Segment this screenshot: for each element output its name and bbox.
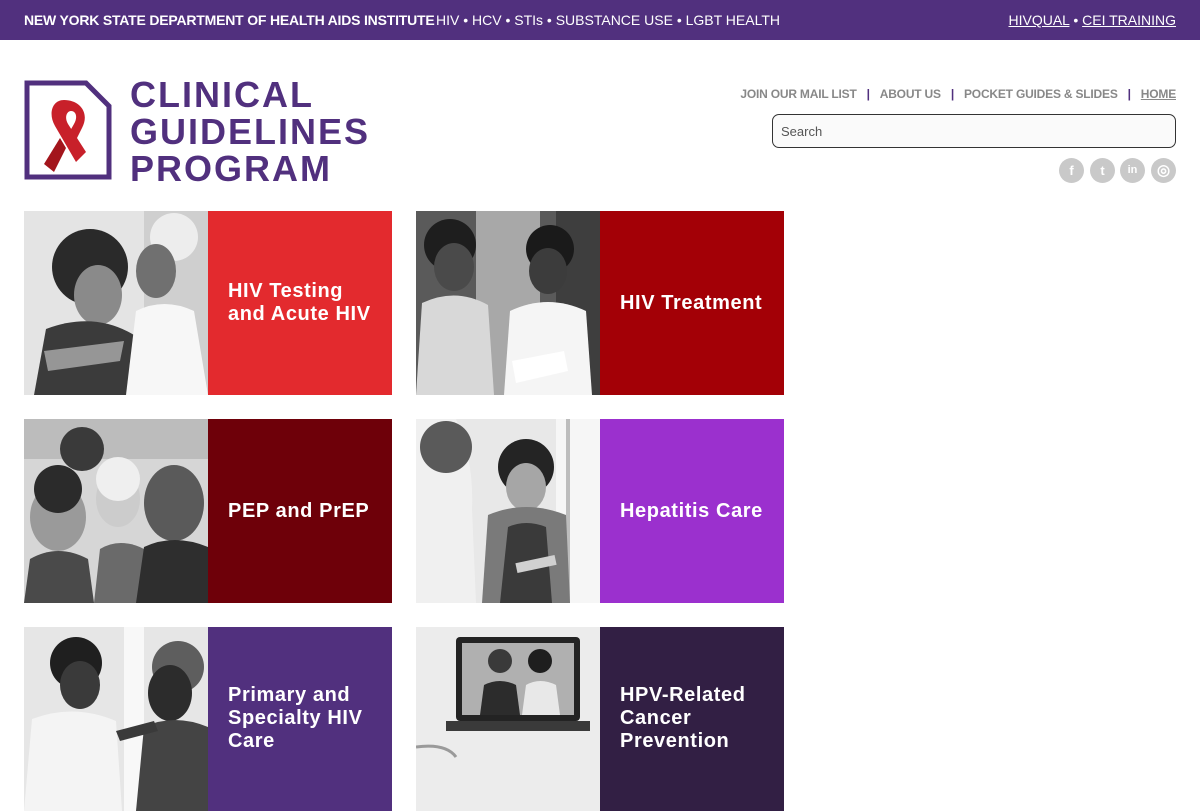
tile-label: HPV-Related Cancer Prevention — [600, 627, 784, 811]
nav-pocket-guides[interactable]: POCKET GUIDES & SLIDES — [964, 87, 1118, 101]
tile-photo — [416, 211, 600, 395]
nav-about-us[interactable]: ABOUT US — [880, 87, 941, 101]
nav-home[interactable]: HOME — [1141, 87, 1176, 101]
tile-photo — [24, 627, 208, 811]
cei-training-link[interactable]: CEI TRAINING — [1082, 12, 1176, 28]
logo-line: PROGRAM — [130, 148, 332, 189]
tile-photo — [24, 419, 208, 603]
nav-separator: | — [950, 87, 954, 101]
tile-hpv-cancer-prevention[interactable]: HPV-Related Cancer Prevention — [416, 627, 784, 811]
twitter-icon[interactable]: t — [1090, 158, 1115, 183]
tile-label: Hepatitis Care — [600, 419, 784, 603]
org-name: NEW YORK STATE DEPARTMENT OF HEALTH AIDS… — [24, 12, 435, 28]
top-links: HIVQUAL • CEI TRAINING — [1008, 12, 1176, 28]
red-ribbon-icon — [24, 80, 112, 180]
nav-separator: | — [1127, 87, 1131, 101]
tile-photo — [24, 211, 208, 395]
top-links-separator: • — [1069, 12, 1083, 28]
top-nav: JOIN OUR MAIL LIST | ABOUT US | POCKET GUIDE… — [740, 87, 1176, 101]
tile-photo — [416, 627, 600, 811]
site-logo[interactable]: CLINICAL GUIDELINES PROGRAM — [24, 76, 368, 187]
topic-list: HIV • HCV • STIs • SUBSTANCE USE • LGBT … — [436, 12, 781, 28]
tile-hepatitis-care[interactable]: Hepatitis Care — [416, 419, 784, 603]
tile-label: Primary and Specialty HIV Care — [208, 627, 392, 811]
tile-hiv-treatment[interactable]: HIV Treatment — [416, 211, 784, 395]
logo-line: CLINICAL — [130, 74, 314, 115]
tile-label: HIV Treatment — [600, 211, 784, 395]
instagram-icon[interactable]: ◎ — [1151, 158, 1176, 183]
tile-hiv-testing[interactable]: HIV Testing and Acute HIV — [24, 211, 392, 395]
tile-pep-prep[interactable]: PEP and PrEP — [24, 419, 392, 603]
hivqual-link[interactable]: HIVQUAL — [1008, 12, 1069, 28]
tile-label: PEP and PrEP — [208, 419, 392, 603]
logo-text: CLINICAL GUIDELINES PROGRAM — [130, 76, 370, 187]
linkedin-icon[interactable]: in — [1120, 158, 1145, 183]
nav-mail-list[interactable]: JOIN OUR MAIL LIST — [740, 87, 856, 101]
tile-label: HIV Testing and Acute HIV — [208, 211, 392, 395]
tile-primary-specialty-care[interactable]: Primary and Specialty HIV Care — [24, 627, 392, 811]
nav-separator: | — [866, 87, 870, 101]
top-bar: NEW YORK STATE DEPARTMENT OF HEALTH AIDS… — [0, 0, 1200, 40]
logo-line: GUIDELINES — [130, 111, 371, 152]
tile-photo — [416, 419, 600, 603]
search-input[interactable] — [772, 114, 1176, 148]
facebook-icon[interactable]: f — [1059, 158, 1084, 183]
